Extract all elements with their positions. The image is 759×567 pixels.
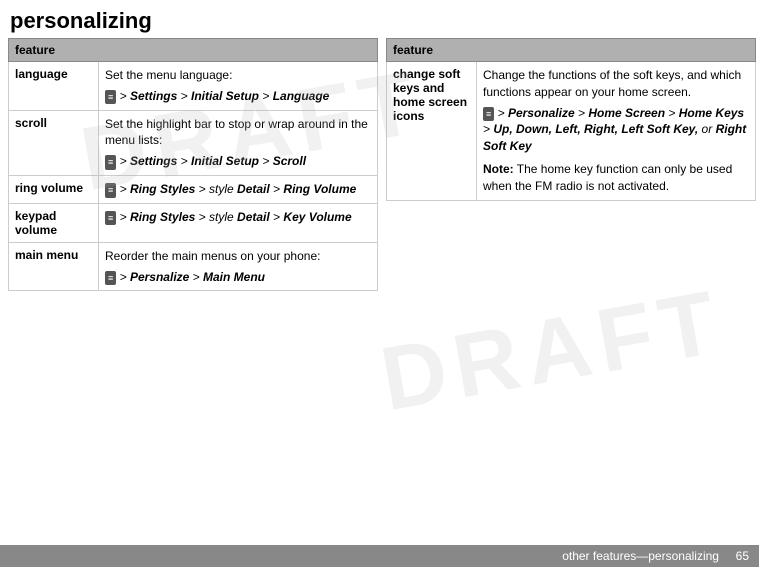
keypad-volume-path: ≡ > Ring Styles > style Detail > Key Vol… (105, 209, 371, 226)
footer-text: other features—personalizing 65 (562, 549, 749, 563)
draft-watermark2: DRAFT (374, 271, 732, 432)
feature-name-keypad-volume: keypad volume (9, 203, 99, 242)
table-row: ring volume ≡ > Ring Styles > style Deta… (9, 175, 378, 203)
footer-bar: other features—personalizing 65 (0, 545, 759, 567)
feature-name-change-soft: change soft keys and home screen icons (387, 62, 477, 201)
note-label: Note: (483, 162, 514, 176)
footer-page: 65 (736, 549, 749, 563)
feature-desc-main-menu: Reorder the main menus on your phone: ≡ … (99, 242, 378, 291)
feature-name-main-menu: main menu (9, 242, 99, 291)
feature-desc-keypad-volume: ≡ > Ring Styles > style Detail > Key Vol… (99, 203, 378, 242)
right-table: feature change soft keys and home screen… (386, 38, 756, 201)
main-menu-path: ≡ > Persnalize > Main Menu (105, 269, 371, 286)
change-soft-name: change soft keys and home screen icons (393, 67, 467, 123)
ring-volume-path-text: > Ring Styles > style Detail > Ring Volu… (120, 182, 357, 196)
menu-icon: ≡ (483, 107, 494, 122)
right-table-header: feature (387, 39, 756, 62)
ring-volume-path: ≡ > Ring Styles > style Detail > Ring Vo… (105, 181, 371, 198)
menu-icon: ≡ (105, 271, 116, 286)
note-text: The home key function can only be used w… (483, 162, 732, 193)
feature-desc-change-soft: Change the functions of the soft keys, a… (477, 62, 756, 201)
main-menu-path-text: > Persnalize > Main Menu (120, 270, 265, 284)
feature-desc-ring-volume: ≡ > Ring Styles > style Detail > Ring Vo… (99, 175, 378, 203)
keypad-volume-path-text: > Ring Styles > style Detail > Key Volum… (120, 210, 352, 224)
table-row: scroll Set the highlight bar to stop or … (9, 110, 378, 175)
menu-icon: ≡ (105, 90, 116, 105)
change-soft-path-text: > Personalize > Home Screen > Home Keys … (483, 106, 746, 154)
language-desc-text: Set the menu language: (105, 68, 232, 82)
scroll-path-text: > Settings > Initial Setup > Scroll (120, 154, 306, 168)
menu-icon: ≡ (105, 211, 116, 226)
table-row: main menu Reorder the main menus on your… (9, 242, 378, 291)
page-title: personalizing (0, 0, 759, 38)
menu-icon: ≡ (105, 183, 116, 198)
feature-name-scroll: scroll (9, 110, 99, 175)
feature-name-language: language (9, 62, 99, 111)
language-path: ≡ > Settings > Initial Setup > Language (105, 88, 371, 105)
left-table-header: feature (9, 39, 378, 62)
table-row: change soft keys and home screen icons C… (387, 62, 756, 201)
main-layout: feature language Set the menu language: … (0, 38, 759, 291)
feature-desc-scroll: Set the highlight bar to stop or wrap ar… (99, 110, 378, 175)
change-soft-note: Note: The home key function can only be … (483, 161, 749, 195)
scroll-path: ≡ > Settings > Initial Setup > Scroll (105, 153, 371, 170)
footer-label: other features—personalizing (562, 549, 719, 563)
table-row: keypad volume ≡ > Ring Styles > style De… (9, 203, 378, 242)
feature-name-ring-volume: ring volume (9, 175, 99, 203)
change-soft-desc: Change the functions of the soft keys, a… (483, 68, 741, 99)
language-path-text: > Settings > Initial Setup > Language (120, 89, 330, 103)
menu-icon: ≡ (105, 155, 116, 170)
table-row: language Set the menu language: ≡ > Sett… (9, 62, 378, 111)
left-section: feature language Set the menu language: … (0, 38, 378, 291)
main-menu-desc-text: Reorder the main menus on your phone: (105, 249, 320, 263)
left-table: feature language Set the menu language: … (8, 38, 378, 291)
change-soft-path: ≡ > Personalize > Home Screen > Home Key… (483, 105, 749, 155)
right-section: feature change soft keys and home screen… (378, 38, 756, 291)
scroll-desc-text: Set the highlight bar to stop or wrap ar… (105, 117, 368, 148)
feature-desc-language: Set the menu language: ≡ > Settings > In… (99, 62, 378, 111)
